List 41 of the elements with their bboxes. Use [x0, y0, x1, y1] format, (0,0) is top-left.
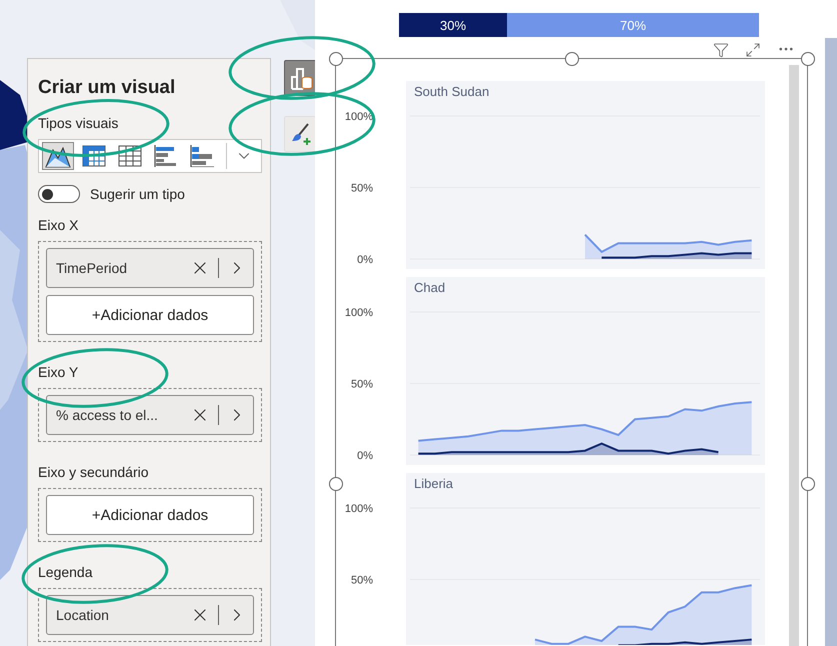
field-well-label: Eixo X: [38, 217, 80, 233]
chart-title: Liberia: [414, 476, 454, 491]
resize-handle[interactable]: [329, 477, 343, 491]
filter-icon[interactable]: [713, 42, 729, 58]
y-tick-label: 50%: [350, 574, 373, 586]
add-data-button[interactable]: +Adicionar dados: [46, 495, 254, 535]
field-well-label: Legenda: [38, 564, 94, 580]
y-tick-label: 50%: [350, 182, 373, 194]
add-data-button[interactable]: +Adicionar dados: [46, 295, 254, 335]
y-tick-label: 0%: [357, 254, 373, 266]
section-label: Tipos visuais: [38, 115, 120, 131]
chart-title: Chad: [414, 280, 446, 295]
field-name: Location: [56, 607, 110, 623]
chart-database-icon: [289, 65, 315, 91]
scrollbar[interactable]: [789, 65, 799, 646]
expand-icon[interactable]: [745, 42, 761, 58]
panel-title: Criar um visual: [38, 77, 176, 99]
field-pill[interactable]: Location: [46, 595, 254, 635]
y-tick-label: 50%: [350, 378, 373, 390]
y-tick-label: 100%: [344, 111, 373, 123]
field-pill[interactable]: % access to el...: [46, 395, 254, 435]
field-name: TimePeriod: [56, 260, 128, 276]
field-well-label: Eixo Y: [38, 364, 80, 380]
resize-handle[interactable]: [801, 52, 815, 66]
share-segment: 70%: [507, 13, 759, 37]
y-tick-label: 0%: [357, 450, 373, 462]
stacked-bar-icon: [190, 145, 214, 167]
y-tick-label: 100%: [344, 307, 373, 319]
share-segment: 30%: [399, 13, 507, 37]
resize-handle[interactable]: [801, 477, 815, 491]
field-name: % access to el...: [56, 407, 159, 423]
resize-handle[interactable]: [329, 52, 343, 66]
y-tick-label: 100%: [344, 503, 373, 515]
field-pill[interactable]: TimePeriod: [46, 248, 254, 288]
field-well-label: Eixo y secundário: [38, 464, 150, 480]
resize-handle[interactable]: [565, 52, 579, 66]
pane-switch-button[interactable]: [284, 60, 315, 96]
toggle-label: Sugerir um tipo: [90, 186, 185, 202]
toggle-switch[interactable]: [38, 185, 80, 203]
chart-title: South Sudan: [414, 84, 490, 99]
bar-chart-icon: [154, 145, 178, 167]
